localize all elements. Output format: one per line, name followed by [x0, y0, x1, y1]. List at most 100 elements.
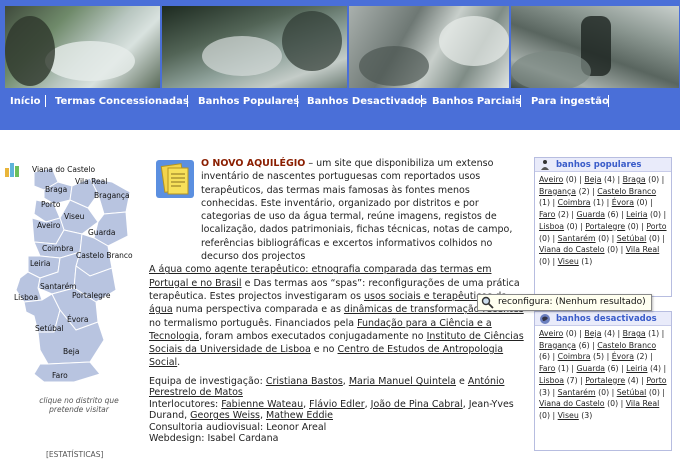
site-title: O NOVO AQUILÉGIO [201, 158, 306, 169]
district-link[interactable]: Viana do Castelo [539, 399, 605, 408]
city-label-viana-do-castelo[interactable]: Viana do Castelo [32, 166, 95, 174]
district-link[interactable]: Portalegre [585, 376, 625, 385]
district-link[interactable]: Aveiro [539, 175, 563, 184]
link-georges-weiss[interactable]: Georges Weiss [190, 410, 260, 421]
district-link[interactable]: Évora [612, 352, 634, 361]
city-label-coimbra[interactable]: Coimbra [42, 245, 74, 253]
city-label-viseu[interactable]: Viseu [64, 213, 84, 221]
district-link[interactable]: Guarda [576, 364, 605, 373]
nav-item-para-ingestao[interactable]: Para ingestão [531, 96, 609, 107]
district-link[interactable]: Évora [612, 198, 634, 207]
nav-item-termas-concessionadas[interactable]: Termas Concessionadas [55, 96, 189, 107]
portugal-district-map: Viana do Castelo Braga Vila Real Braganç… [4, 160, 144, 459]
link-mathew-eddie[interactable]: Mathew Eddie [266, 410, 333, 421]
nav-item-inicio[interactable]: Início [10, 96, 41, 107]
district-link[interactable]: Setúbal [617, 388, 647, 397]
notes-icon [156, 160, 194, 198]
district-link[interactable]: Coimbra [558, 352, 591, 361]
link-cristiana-bastos[interactable]: Cristiana Bastos [266, 376, 343, 387]
city-label-braganca[interactable]: Bragança [94, 192, 130, 200]
city-label-guarda[interactable]: Guarda [88, 229, 115, 237]
district-link[interactable]: Faro [539, 364, 555, 373]
district-link[interactable]: Bragança [539, 341, 576, 350]
link-maria-manuel-quintela[interactable]: Maria Manuel Quintela [349, 376, 456, 387]
link-joao-pina-cabral[interactable]: João de Pina Cabral [371, 399, 463, 410]
district-link[interactable]: Beja [584, 175, 601, 184]
district-list: Aveiro (0) | Beja (4) | Braga (1) | Brag… [539, 329, 667, 420]
nav-item-banhos-populares[interactable]: Banhos Populares [198, 96, 299, 107]
bathing-icon [541, 159, 549, 170]
district-count: (0) [539, 256, 551, 266]
city-label-porto[interactable]: Porto [41, 201, 60, 209]
tooltip-text: reconfigura: (Nenhum resultado) [498, 297, 646, 307]
city-label-vila-real[interactable]: Vila Real [75, 178, 107, 186]
district-link[interactable]: Viseu [558, 257, 579, 266]
globe-icon [540, 313, 550, 324]
district-count: (1) [557, 364, 569, 374]
district-count: (0) [648, 175, 660, 184]
map-caption: clique no distrito que pretende visitar [39, 396, 119, 414]
district-link[interactable]: Porto [646, 222, 666, 231]
city-label-faro[interactable]: Faro [52, 372, 68, 380]
district-link[interactable]: Setúbal [617, 234, 647, 243]
district-link[interactable]: Braga [623, 175, 646, 184]
district-count: (4) [603, 175, 616, 184]
district-link[interactable]: Porto [646, 376, 666, 385]
city-label-braga[interactable]: Braga [45, 186, 67, 194]
district-count: (7) [566, 375, 578, 385]
district-link[interactable]: Leiria [626, 364, 647, 373]
district-link[interactable]: Beja [584, 329, 601, 338]
box-title[interactable]: banhos populares [556, 160, 642, 170]
district-link[interactable]: Santarém [558, 388, 596, 397]
district-link[interactable]: Braga [623, 329, 646, 338]
district-link[interactable]: Aveiro [539, 329, 563, 338]
link-flavio-edler[interactable]: Flávio Edler [309, 399, 364, 410]
city-label-lisboa[interactable]: Lisboa [14, 294, 38, 302]
nav-item-banhos-parciais[interactable]: Banhos Parciais [432, 96, 521, 107]
district-link[interactable]: Coimbra [558, 198, 591, 207]
district-link[interactable]: Lisboa [539, 376, 564, 385]
nav-item-banhos-desactivados[interactable]: Banhos Desactivados [307, 96, 427, 107]
city-label-santarem[interactable]: Santarém [40, 283, 77, 291]
district-link[interactable]: Portalegre [585, 222, 625, 231]
city-label-aveiro[interactable]: Aveiro [37, 222, 60, 230]
district-list: Aveiro (0) | Beja (4) | Braga (0) | Brag… [539, 175, 667, 266]
district-link[interactable]: Bragança [539, 187, 576, 196]
district-count: (4) [603, 329, 616, 338]
district-link[interactable]: Guarda [576, 210, 605, 219]
banner-photo-2 [162, 6, 347, 88]
city-label-portalegre[interactable]: Portalegre [72, 292, 110, 300]
district-count: (0) [598, 387, 610, 397]
district-count: (6) [607, 210, 619, 220]
district-link[interactable]: Viseu [558, 411, 579, 420]
city-label-leiria[interactable]: Leiria [30, 260, 51, 268]
box-title[interactable]: banhos desactivados [556, 314, 657, 324]
district-count: (6) [578, 340, 590, 350]
city-label-castelo-branco[interactable]: Castelo Branco [76, 252, 133, 260]
district-link[interactable]: Vila Real [626, 245, 660, 254]
research-team-line: Equipa de investigação: Cristiana Bastos… [149, 375, 505, 399]
city-label-setubal[interactable]: Setúbal [35, 325, 64, 333]
statistics-icon[interactable] [4, 160, 22, 178]
district-count: (6) [539, 352, 551, 362]
city-label-beja[interactable]: Beja [63, 348, 79, 356]
district-count: (0) [598, 233, 610, 243]
interlocutors-line: Interlocutores: Fabienne Wateau, Flávio … [149, 398, 514, 422]
link-fabienne-wateau[interactable]: Fabienne Wateau [221, 399, 303, 410]
district-link[interactable]: Castelo Branco [597, 187, 656, 196]
district-link[interactable]: Viana do Castelo [539, 245, 605, 254]
district-count: (5) [593, 352, 605, 362]
city-label-evora[interactable]: Évora [67, 316, 88, 324]
district-link[interactable]: Lisboa [539, 222, 564, 231]
district-link[interactable]: Santarém [558, 234, 596, 243]
district-link[interactable]: Faro [539, 210, 555, 219]
district-link[interactable]: Vila Real [626, 399, 660, 408]
banhos-populares-box: banhos populares Aveiro (0) | Beja (4) |… [534, 157, 672, 297]
district-count: (1) [581, 256, 593, 266]
district-count: (0) [648, 387, 660, 397]
nav-separator [297, 95, 298, 107]
district-count: (4) [627, 375, 639, 385]
district-link[interactable]: Castelo Branco [597, 341, 656, 350]
statistics-link[interactable]: [ESTATÍSTICAS] [46, 450, 103, 459]
district-link[interactable]: Leiria [626, 210, 647, 219]
